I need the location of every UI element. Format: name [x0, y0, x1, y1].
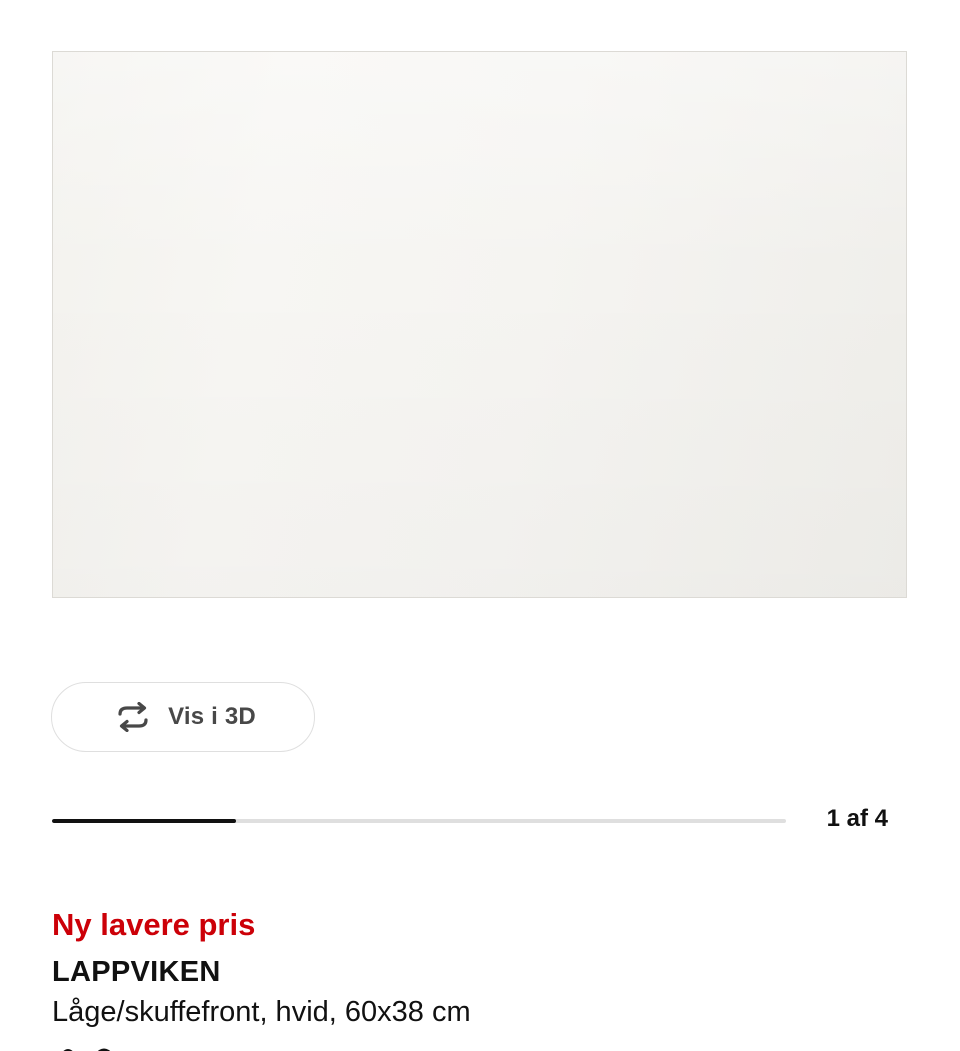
- gallery-progress-bar[interactable]: [52, 819, 786, 823]
- product-description: Låge/skuffefront, hvid, 60x38 cm: [52, 996, 471, 1028]
- new-lower-price-badge: Ny lavere pris: [52, 907, 256, 942]
- cut-off-rating-icons: [56, 1042, 116, 1051]
- rotate-arrows-icon: [110, 702, 156, 732]
- view-in-3d-button[interactable]: Vis i 3D: [51, 682, 315, 752]
- image-sheen: [53, 52, 906, 597]
- gallery-progress-fill: [52, 819, 236, 823]
- product-page: Vis i 3D 1 af 4 Ny lavere pris LAPPVIKEN…: [0, 0, 960, 1051]
- product-image[interactable]: [52, 51, 907, 598]
- gallery-pager-text: 1 af 4: [826, 805, 888, 832]
- product-name[interactable]: LAPPVIKEN: [52, 956, 221, 989]
- view-in-3d-label: Vis i 3D: [168, 703, 256, 730]
